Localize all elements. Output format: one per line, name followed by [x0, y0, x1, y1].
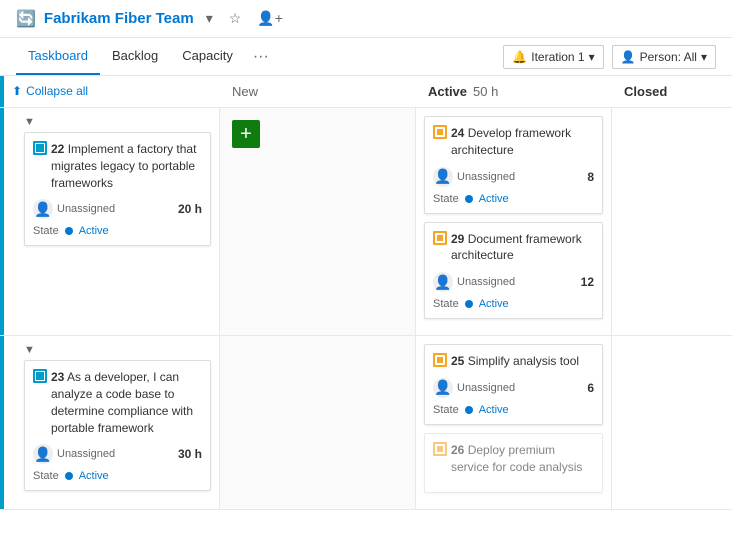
tab-taskboard[interactable]: Taskboard [16, 38, 100, 75]
task-icon [433, 353, 447, 367]
card-title: 26 Deploy premium service for code analy… [433, 442, 594, 476]
card-state: State Active [433, 404, 594, 416]
lane-collapse-icon[interactable]: ▼ [24, 116, 35, 128]
state-dot [465, 195, 473, 203]
card-user: 👤 Unassigned [33, 199, 115, 219]
add-person-btn[interactable]: 👤+ [253, 8, 287, 29]
card-state: State Active [433, 298, 594, 310]
lane-active-1: 24 Develop framework architecture 👤 Unas… [416, 108, 612, 335]
card-meta: 👤 Unassigned 30 h [33, 444, 202, 464]
active-hours: 50 h [473, 84, 498, 99]
card-state: State Active [33, 225, 202, 237]
lane-closed-1 [612, 108, 732, 335]
avatar: 👤 [33, 444, 53, 464]
lane-new-1: + [220, 108, 416, 335]
pbi-icon [33, 369, 47, 383]
card-title: 24 Develop framework architecture [433, 125, 594, 159]
lane-active-2: 25 Simplify analysis tool 👤 Unassigned 6… [416, 336, 612, 508]
nav-right: 🔔 Iteration 1 ▾ 👤 Person: All ▾ [503, 41, 716, 73]
sprint-icon: 🔄 [16, 9, 36, 29]
favorite-btn[interactable]: ☆ [225, 8, 246, 29]
active-card-25: 25 Simplify analysis tool 👤 Unassigned 6… [424, 344, 603, 425]
top-bar: 🔄 Fabrikam Fiber Team ▾ ☆ 👤+ [0, 0, 732, 38]
col-header-new: New [220, 76, 416, 107]
card-state: State Active [433, 193, 594, 205]
avatar: 👤 [433, 272, 453, 292]
backlog-card-22: 22 Implement a factory that migrates leg… [24, 132, 211, 246]
state-dot [465, 300, 473, 308]
column-headers: ⬆ Collapse all New Active 50 h Closed [0, 76, 732, 108]
card-meta: 👤 Unassigned 6 [433, 378, 594, 398]
card-user: 👤 Unassigned [33, 444, 115, 464]
card-title: 29 Document framework architecture [433, 231, 594, 265]
card-state: State Active [33, 470, 202, 482]
card-title: 22 Implement a factory that migrates leg… [33, 141, 202, 191]
board-container: ⬆ Collapse all New Active 50 h Closed ▼ … [0, 76, 732, 538]
swim-lane: ▼ 22 Implement a factory that migrates l… [0, 108, 732, 336]
card-meta: 👤 Unassigned 8 [433, 167, 594, 187]
person-label: Person: All [640, 50, 697, 64]
avatar: 👤 [433, 378, 453, 398]
lane-new-2 [220, 336, 416, 508]
lane-closed-2 [612, 336, 732, 508]
task-icon [433, 442, 447, 456]
active-card-24: 24 Develop framework architecture 👤 Unas… [424, 116, 603, 214]
state-dot [65, 472, 73, 480]
active-card-26: 26 Deploy premium service for code analy… [424, 433, 603, 493]
more-options-btn[interactable]: ··· [245, 48, 277, 66]
team-dropdown-btn[interactable]: ▾ [202, 8, 217, 29]
task-icon [433, 231, 447, 245]
add-card-btn[interactable]: + [232, 120, 260, 148]
backlog-card-23: 23 As a developer, I can analyze a code … [24, 360, 211, 491]
collapse-all-btn[interactable]: ⬆ Collapse all [12, 84, 88, 98]
iteration-chevron: ▾ [589, 50, 595, 64]
task-icon [433, 125, 447, 139]
avatar: 👤 [33, 199, 53, 219]
card-title: 23 As a developer, I can analyze a code … [33, 369, 202, 436]
tab-capacity[interactable]: Capacity [170, 38, 245, 75]
col-header-closed: Closed [612, 76, 732, 107]
board-body: ▼ 22 Implement a factory that migrates l… [0, 108, 732, 538]
swim-lane-2: ▼ 23 As a developer, I can analyze a cod… [0, 336, 732, 509]
collapse-icon: ⬆ [12, 84, 22, 98]
lane-backlog-2: ▼ 23 As a developer, I can analyze a cod… [0, 336, 220, 508]
avatar: 👤 [433, 167, 453, 187]
card-user: 👤 Unassigned [433, 167, 515, 187]
pbi-icon [33, 141, 47, 155]
card-user: 👤 Unassigned [433, 378, 515, 398]
state-dot [465, 406, 473, 414]
lane-backlog-1: ▼ 22 Implement a factory that migrates l… [0, 108, 220, 335]
iteration-label: Iteration 1 [531, 50, 584, 64]
person-selector[interactable]: 👤 Person: All ▾ [612, 45, 716, 69]
active-card-29: 29 Document framework architecture 👤 Una… [424, 222, 603, 320]
nav-bar: Taskboard Backlog Capacity ··· 🔔 Iterati… [0, 38, 732, 76]
person-chevron: ▾ [701, 50, 707, 64]
iteration-selector[interactable]: 🔔 Iteration 1 ▾ [503, 45, 603, 69]
state-dot [65, 227, 73, 235]
tab-backlog[interactable]: Backlog [100, 38, 170, 75]
col-header-active: Active 50 h [416, 76, 612, 107]
team-name[interactable]: Fabrikam Fiber Team [44, 10, 194, 27]
lane-collapse-icon-2[interactable]: ▼ [24, 344, 35, 356]
card-meta: 👤 Unassigned 20 h [33, 199, 202, 219]
card-title: 25 Simplify analysis tool [433, 353, 594, 370]
card-user: 👤 Unassigned [433, 272, 515, 292]
col-header-backlog: ⬆ Collapse all [0, 76, 220, 107]
card-meta: 👤 Unassigned 12 [433, 272, 594, 292]
